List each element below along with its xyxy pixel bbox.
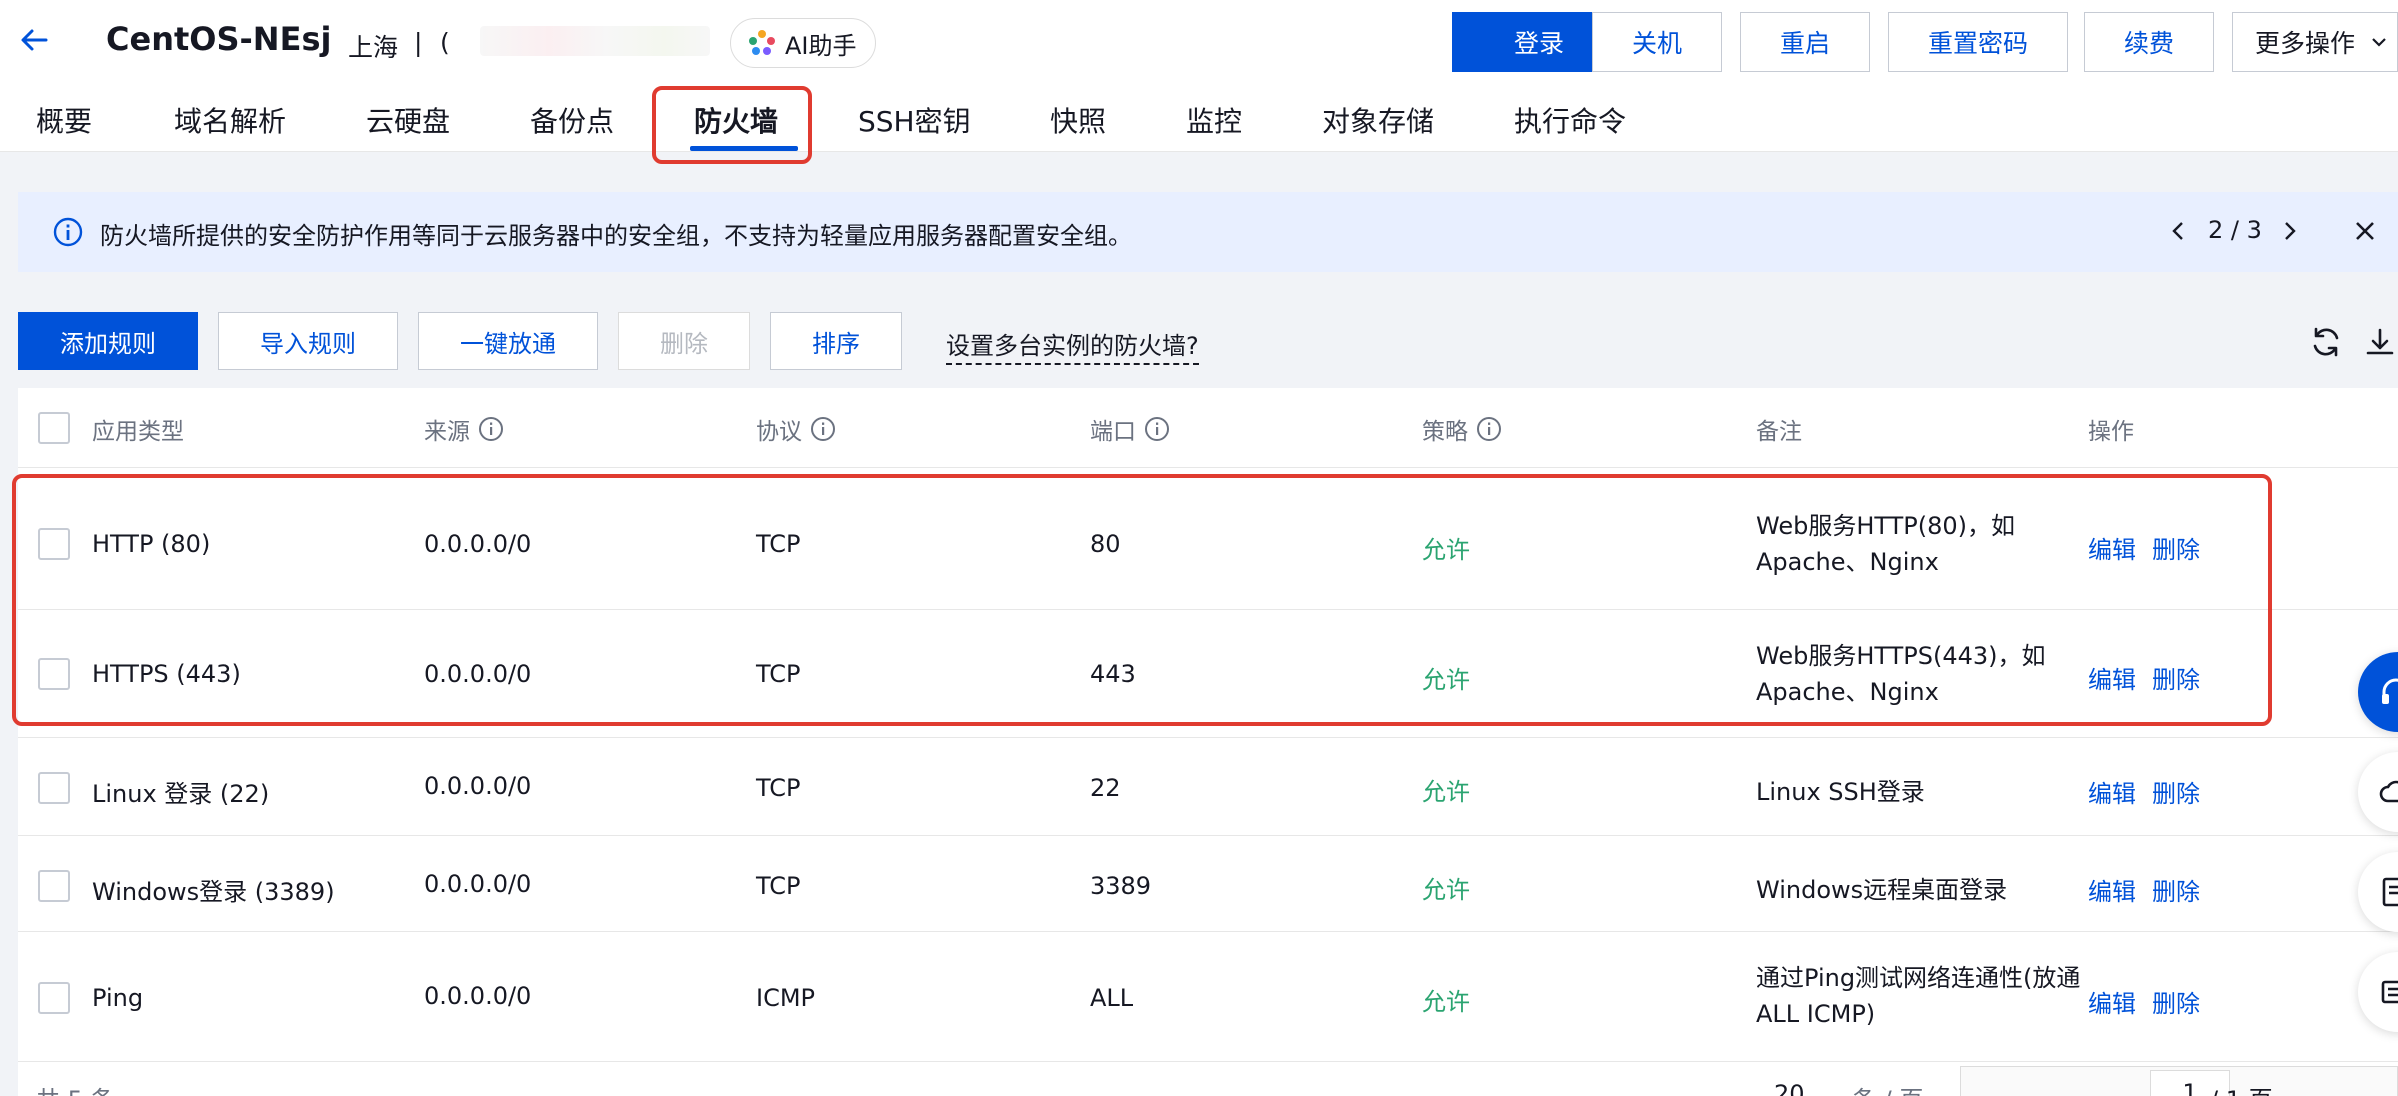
delete-link[interactable]: 删除 bbox=[2152, 984, 2200, 1019]
refresh-icon[interactable] bbox=[2308, 324, 2344, 360]
firewall-toolbar: 添加规则 导入规则 一键放通 删除 排序 设置多台实例的防火墙? bbox=[0, 300, 2398, 380]
chevron-down-icon bbox=[2372, 38, 2386, 47]
instance-header: CentOS-NEsj 上海 | ( AI助手 登录 关机 重启 重置密码 续费… bbox=[0, 0, 2398, 82]
feedback-icon bbox=[2381, 980, 2398, 1004]
cell-source: 0.0.0.0/0 bbox=[424, 982, 532, 1010]
row-checkbox[interactable] bbox=[38, 870, 70, 902]
info-icon[interactable] bbox=[1476, 416, 1502, 442]
firewall-tab-highlight bbox=[652, 86, 812, 164]
table-row: Ping 0.0.0.0/0 ICMP ALL 允许 通过Ping测试网络连通性… bbox=[18, 932, 2398, 1062]
cell-source: 0.0.0.0/0 bbox=[424, 870, 532, 898]
page-size-unit: 条 / 页 bbox=[1852, 1080, 1923, 1096]
chevron-left-icon[interactable] bbox=[2164, 214, 2192, 248]
add-rule-button[interactable]: 添加规则 bbox=[18, 312, 198, 370]
cell-policy: 允许 bbox=[1422, 778, 1470, 806]
instance-title: CentOS-NEsj bbox=[106, 20, 332, 58]
edit-link[interactable]: 编辑 bbox=[2088, 774, 2136, 809]
cell-note: Windows远程桌面登录 bbox=[1756, 876, 2008, 904]
tab-monitor[interactable]: 监控 bbox=[1186, 100, 1242, 140]
col-note: 备注 bbox=[1756, 419, 1802, 445]
more-actions-label: 更多操作 bbox=[2255, 29, 2356, 58]
cell-type: Ping bbox=[92, 984, 144, 1012]
more-actions-dropdown[interactable]: 更多操作 bbox=[2232, 12, 2398, 72]
ai-assistant-button[interactable]: AI助手 bbox=[730, 18, 876, 68]
redacted-info bbox=[480, 26, 710, 56]
cell-source: 0.0.0.0/0 bbox=[424, 772, 532, 800]
tab-dns[interactable]: 域名解析 bbox=[174, 100, 286, 140]
delete-button[interactable]: 删除 bbox=[618, 312, 750, 370]
cell-policy: 允许 bbox=[1422, 988, 1470, 1016]
http-https-rows-highlight bbox=[12, 474, 2272, 726]
shutdown-button[interactable]: 关机 bbox=[1592, 12, 1722, 72]
back-arrow-icon[interactable] bbox=[16, 22, 52, 58]
info-icon bbox=[53, 217, 83, 247]
restart-button[interactable]: 重启 bbox=[1740, 12, 1870, 72]
renew-button[interactable]: 续费 bbox=[2084, 12, 2214, 72]
close-icon[interactable] bbox=[2348, 214, 2382, 248]
import-rule-button[interactable]: 导入规则 bbox=[218, 312, 398, 370]
chevron-right-icon[interactable] bbox=[2276, 214, 2304, 248]
tab-snapshot[interactable]: 快照 bbox=[1050, 100, 1106, 140]
page-size-select[interactable]: 20 bbox=[1774, 1080, 1805, 1096]
col-protocol: 协议 bbox=[756, 412, 836, 446]
cell-port: 22 bbox=[1090, 774, 1121, 802]
banner-page-indicator: 2 / 3 bbox=[2208, 216, 2262, 244]
row-checkbox[interactable] bbox=[38, 982, 70, 1014]
cell-protocol: ICMP bbox=[756, 984, 816, 1012]
table-row: Windows登录 (3389) 0.0.0.0/0 TCP 3389 允许 W… bbox=[18, 836, 2398, 932]
tab-backup[interactable]: 备份点 bbox=[530, 100, 614, 140]
select-all-checkbox[interactable] bbox=[38, 412, 70, 444]
detail-tabs: 概要 域名解析 云硬盘 备份点 防火墙 SSH密钥 快照 监控 对象存储 执行命… bbox=[0, 82, 2398, 152]
region-separator: | bbox=[414, 28, 423, 57]
delete-link[interactable]: 删除 bbox=[2152, 872, 2200, 907]
cell-note: 通过Ping测试网络连通性(放通ALL ICMP) bbox=[1756, 964, 2081, 1028]
sort-button[interactable]: 排序 bbox=[770, 312, 902, 370]
row-checkbox[interactable] bbox=[38, 772, 70, 804]
cell-type: Linux 登录 (22) bbox=[92, 780, 270, 808]
ai-sparkle-icon bbox=[749, 30, 775, 55]
col-action: 操作 bbox=[2088, 419, 2134, 445]
cloud-icon bbox=[2379, 780, 2398, 803]
cell-note: Linux SSH登录 bbox=[1756, 778, 1925, 806]
multi-instance-firewall-link[interactable]: 设置多台实例的防火墙? bbox=[946, 326, 1199, 365]
tab-object-storage[interactable]: 对象存储 bbox=[1322, 100, 1434, 140]
instance-region: 上海 bbox=[348, 33, 399, 62]
edit-link[interactable]: 编辑 bbox=[2088, 872, 2136, 907]
tab-overview[interactable]: 概要 bbox=[36, 100, 92, 140]
tab-ssh-key[interactable]: SSH密钥 bbox=[858, 100, 971, 140]
cell-protocol: TCP bbox=[756, 872, 801, 900]
col-policy: 策略 bbox=[1422, 412, 1502, 446]
edit-link[interactable]: 编辑 bbox=[2088, 984, 2136, 1019]
reset-password-button[interactable]: 重置密码 bbox=[1888, 12, 2068, 72]
document-icon bbox=[2382, 877, 2398, 907]
cell-type: Windows登录 (3389) bbox=[92, 878, 335, 906]
headset-icon bbox=[2382, 678, 2398, 704]
info-icon[interactable] bbox=[810, 416, 836, 442]
table-row: Linux 登录 (22) 0.0.0.0/0 TCP 22 允许 Linux … bbox=[18, 738, 2398, 836]
cell-port: 3389 bbox=[1090, 872, 1152, 900]
delete-link[interactable]: 删除 bbox=[2152, 774, 2200, 809]
total-pages: / 1 页 bbox=[2210, 1080, 2273, 1096]
region-extra: ( bbox=[440, 28, 450, 57]
cell-protocol: TCP bbox=[756, 774, 801, 802]
tab-cloud-disk[interactable]: 云硬盘 bbox=[366, 100, 450, 140]
ai-assistant-label: AI助手 bbox=[785, 31, 857, 60]
table-header: 应用类型 来源 协议 端口 策略 备注 操作 bbox=[18, 388, 2398, 468]
info-icon[interactable] bbox=[478, 416, 504, 442]
total-count: 共 5 条 bbox=[36, 1080, 115, 1096]
col-source: 来源 bbox=[424, 412, 504, 446]
one-click-open-button[interactable]: 一键放通 bbox=[418, 312, 598, 370]
cell-policy: 允许 bbox=[1422, 876, 1470, 904]
tab-exec-command[interactable]: 执行命令 bbox=[1514, 100, 1626, 140]
banner-message: 防火墙所提供的安全防护作用等同于云服务器中的安全组，不支持为轻量应用服务器配置安… bbox=[100, 222, 1132, 250]
col-port: 端口 bbox=[1090, 412, 1170, 446]
col-type: 应用类型 bbox=[92, 419, 184, 445]
info-banner: 防火墙所提供的安全防护作用等同于云服务器中的安全组，不支持为轻量应用服务器配置安… bbox=[18, 192, 2398, 272]
cell-port: ALL bbox=[1090, 984, 1134, 1012]
info-icon[interactable] bbox=[1144, 416, 1170, 442]
download-icon[interactable] bbox=[2362, 324, 2398, 360]
